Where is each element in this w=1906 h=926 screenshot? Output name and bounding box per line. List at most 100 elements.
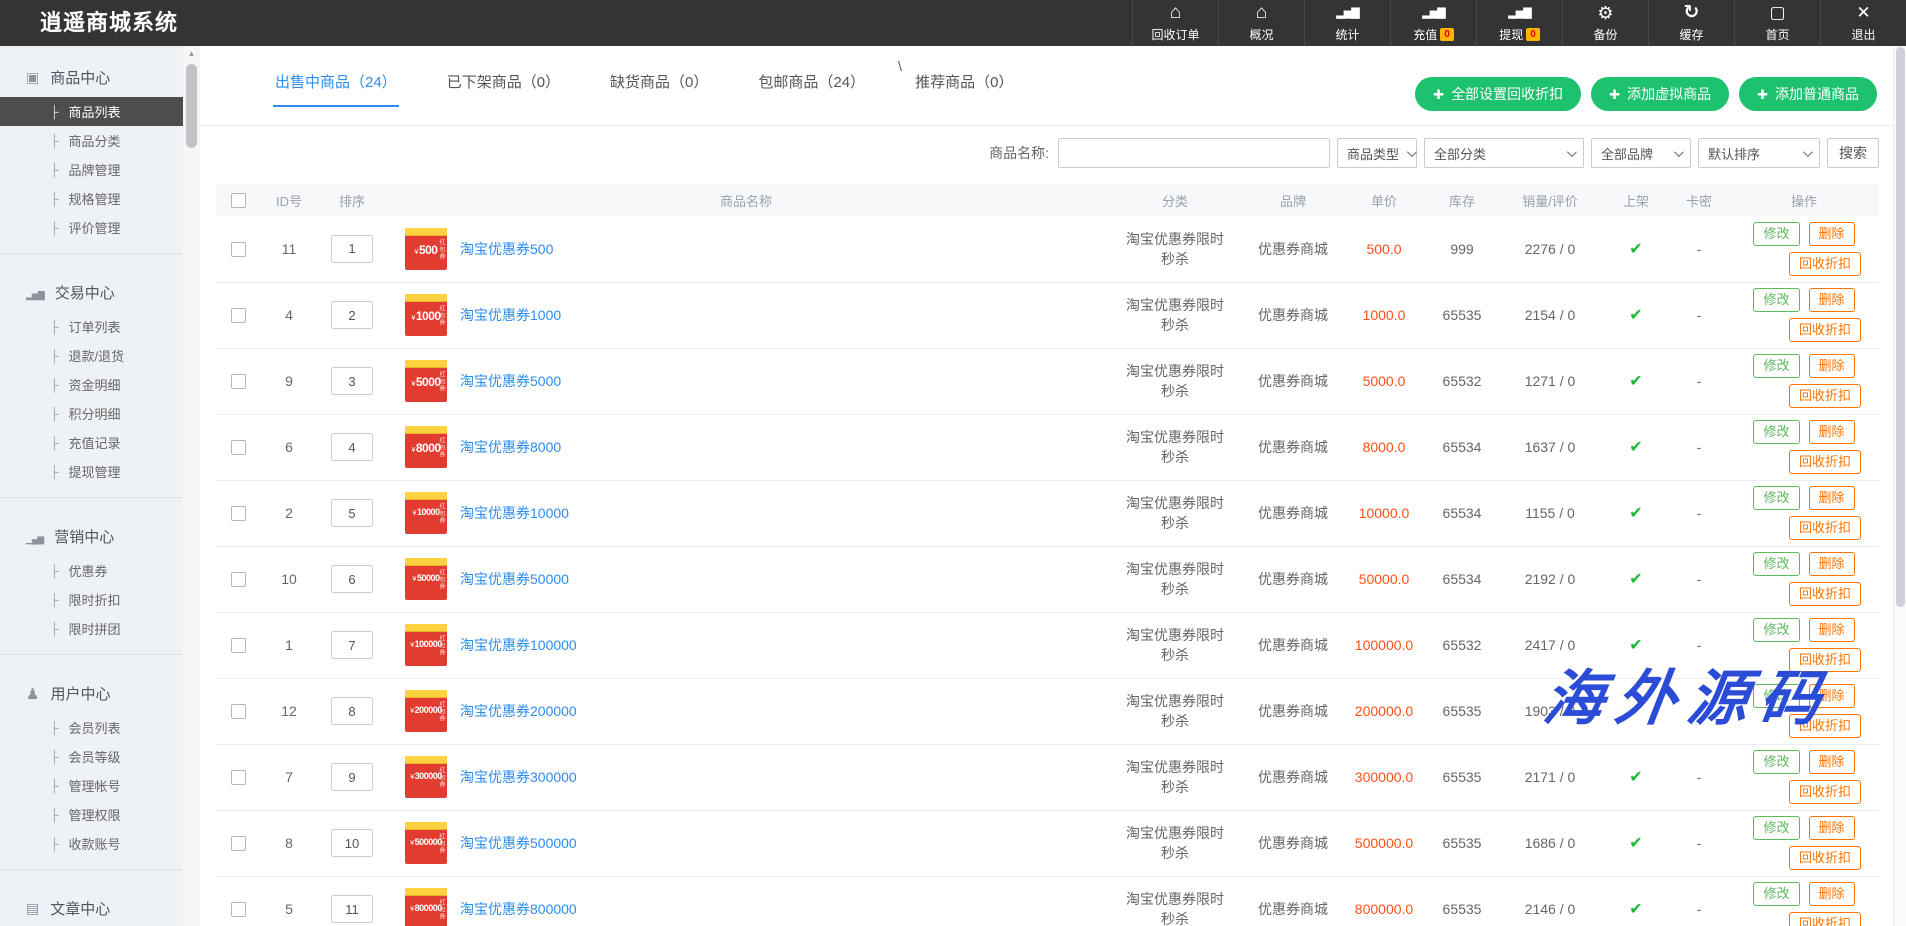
sort-input[interactable] (331, 829, 373, 857)
sidebar-entry[interactable]: 会员列表 (0, 713, 183, 742)
tab[interactable]: 推荐商品（0） (913, 68, 1015, 107)
delete-button[interactable]: 删除 (1809, 420, 1855, 444)
tab[interactable]: 缺货商品（0） (608, 68, 710, 107)
sort-input[interactable] (331, 895, 373, 923)
delete-button[interactable]: 删除 (1809, 816, 1855, 840)
filter-select[interactable]: 全部分类 (1424, 138, 1584, 168)
delete-button[interactable]: 删除 (1809, 486, 1855, 510)
sidebar-entry[interactable]: 营销中心 (0, 509, 183, 556)
recycle-discount-button[interactable]: 回收折扣 (1789, 648, 1861, 672)
sidebar-entry[interactable]: 文章中心 (0, 881, 183, 926)
product-name-link[interactable]: 淘宝优惠券10000 (460, 503, 569, 523)
edit-button[interactable]: 修改 (1753, 222, 1799, 246)
sidebar-entry[interactable]: 商品列表 (0, 97, 183, 126)
toolbar-button[interactable]: ✚全部设置回收折扣 (1415, 77, 1581, 111)
edit-button[interactable]: 修改 (1753, 354, 1799, 378)
product-name-link[interactable]: 淘宝优惠券50000 (460, 569, 569, 589)
product-name-link[interactable]: 淘宝优惠券1000 (460, 305, 561, 325)
search-button[interactable]: 搜索 (1827, 138, 1879, 168)
recycle-discount-button[interactable]: 回收折扣 (1789, 318, 1861, 342)
row-checkbox[interactable] (231, 308, 246, 323)
delete-button[interactable]: 删除 (1809, 552, 1855, 576)
delete-button[interactable]: 删除 (1809, 354, 1855, 378)
recycle-discount-button[interactable]: 回收折扣 (1789, 582, 1861, 606)
header-menu-item[interactable]: 退出 (1820, 0, 1906, 46)
sidebar-entry[interactable]: 商品中心 (0, 50, 183, 97)
header-menu-item[interactable]: 缓存 (1648, 0, 1734, 46)
recycle-discount-button[interactable]: 回收折扣 (1789, 384, 1861, 408)
product-name-link[interactable]: 淘宝优惠券500000 (460, 833, 577, 853)
row-checkbox[interactable] (231, 836, 246, 851)
row-checkbox[interactable] (231, 638, 246, 653)
sort-input[interactable] (331, 631, 373, 659)
toolbar-button[interactable]: ✚添加普通商品 (1739, 77, 1877, 111)
page-scrollbar[interactable] (1893, 46, 1906, 926)
sidebar-entry[interactable]: 优惠券 (0, 556, 183, 585)
edit-button[interactable]: 修改 (1753, 288, 1799, 312)
sidebar-entry[interactable]: 管理帐号 (0, 771, 183, 800)
product-name-link[interactable]: 淘宝优惠券8000 (460, 437, 561, 457)
sidebar-entry[interactable]: 退款/退货 (0, 341, 183, 370)
edit-button[interactable]: 修改 (1753, 684, 1799, 708)
row-checkbox[interactable] (231, 242, 246, 257)
row-checkbox[interactable] (231, 902, 246, 917)
sort-input[interactable] (331, 367, 373, 395)
product-name-link[interactable]: 淘宝优惠券200000 (460, 701, 577, 721)
delete-button[interactable]: 删除 (1809, 750, 1855, 774)
sort-input[interactable] (331, 301, 373, 329)
filter-select[interactable]: 商品类型 (1337, 138, 1417, 168)
toolbar-button[interactable]: ✚添加虚拟商品 (1591, 77, 1729, 111)
header-menu-item[interactable]: 回收订单 (1132, 0, 1218, 46)
delete-button[interactable]: 删除 (1809, 222, 1855, 246)
tab[interactable]: 包邮商品（24） (756, 68, 867, 107)
filter-select[interactable]: 默认排序 (1698, 138, 1820, 168)
sidebar-entry[interactable]: 商品分类 (0, 126, 183, 155)
row-checkbox[interactable] (231, 506, 246, 521)
sidebar-entry[interactable]: 品牌管理 (0, 155, 183, 184)
sort-input[interactable] (331, 763, 373, 791)
sidebar-entry[interactable]: 收款账号 (0, 829, 183, 858)
row-checkbox[interactable] (231, 770, 246, 785)
recycle-discount-button[interactable]: 回收折扣 (1789, 714, 1861, 738)
tab[interactable]: 已下架商品（0） (445, 68, 562, 107)
sidebar-entry[interactable]: 积分明细 (0, 399, 183, 428)
sidebar-entry[interactable]: 充值记录 (0, 428, 183, 457)
sidebar-entry[interactable]: 订单列表 (0, 312, 183, 341)
delete-button[interactable]: 删除 (1809, 288, 1855, 312)
edit-button[interactable]: 修改 (1753, 750, 1799, 774)
header-menu-item[interactable]: 首页 (1734, 0, 1820, 46)
sidebar-entry[interactable]: 用户中心 (0, 666, 183, 713)
header-menu-item[interactable]: 充值 0 (1390, 0, 1476, 46)
edit-button[interactable]: 修改 (1753, 816, 1799, 840)
product-name-input[interactable] (1058, 138, 1330, 168)
product-name-link[interactable]: 淘宝优惠券300000 (460, 767, 577, 787)
product-name-link[interactable]: 淘宝优惠券100000 (460, 635, 577, 655)
edit-button[interactable]: 修改 (1753, 420, 1799, 444)
sidebar-entry[interactable]: 规格管理 (0, 184, 183, 213)
row-checkbox[interactable] (231, 440, 246, 455)
sort-input[interactable] (331, 433, 373, 461)
delete-button[interactable]: 删除 (1809, 882, 1855, 906)
delete-button[interactable]: 删除 (1809, 684, 1855, 708)
sidebar-entry[interactable]: 管理权限 (0, 800, 183, 829)
tab[interactable]: 出售中商品（24） (273, 68, 399, 107)
sort-input[interactable] (331, 565, 373, 593)
sidebar-entry[interactable]: 会员等级 (0, 742, 183, 771)
recycle-discount-button[interactable]: 回收折扣 (1789, 846, 1861, 870)
edit-button[interactable]: 修改 (1753, 618, 1799, 642)
row-checkbox[interactable] (231, 374, 246, 389)
select-all-checkbox[interactable] (231, 193, 246, 208)
sidebar-scrollbar-thumb[interactable] (186, 64, 197, 148)
product-name-link[interactable]: 淘宝优惠券800000 (460, 899, 577, 919)
filter-select[interactable]: 全部品牌 (1591, 138, 1691, 168)
header-menu-item[interactable]: 备份 (1562, 0, 1648, 46)
recycle-discount-button[interactable]: 回收折扣 (1789, 252, 1861, 276)
sidebar-entry[interactable]: 交易中心 (0, 265, 183, 312)
sidebar-scrollbar[interactable] (183, 46, 200, 926)
header-menu-item[interactable]: 概况 (1218, 0, 1304, 46)
recycle-discount-button[interactable]: 回收折扣 (1789, 912, 1861, 926)
edit-button[interactable]: 修改 (1753, 882, 1799, 906)
sidebar-entry[interactable]: 限时拼团 (0, 614, 183, 643)
recycle-discount-button[interactable]: 回收折扣 (1789, 780, 1861, 804)
recycle-discount-button[interactable]: 回收折扣 (1789, 450, 1861, 474)
